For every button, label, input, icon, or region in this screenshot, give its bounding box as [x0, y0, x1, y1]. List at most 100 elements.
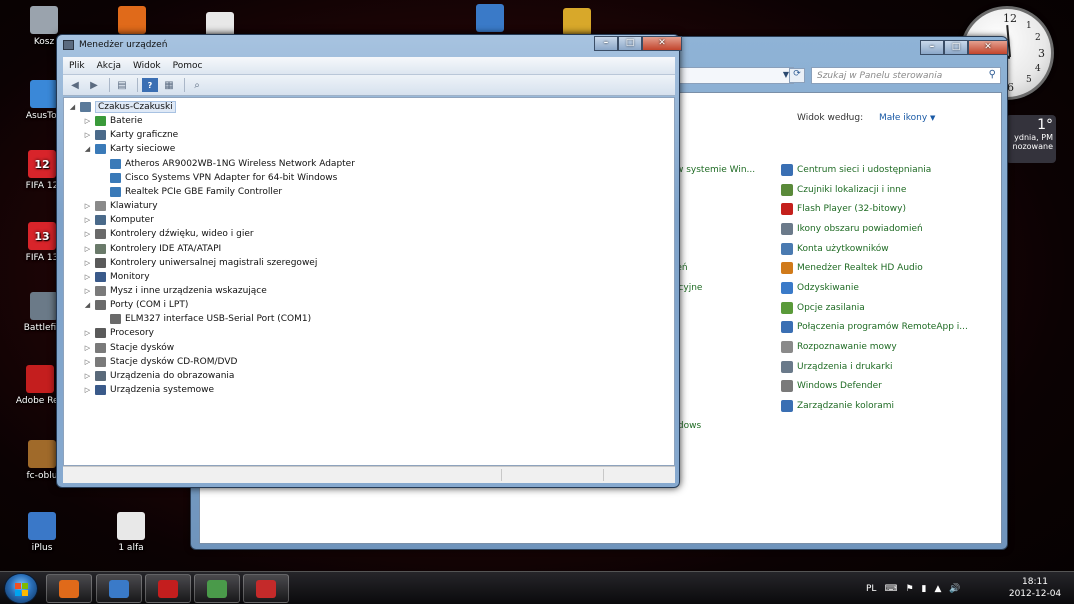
taskbar-button[interactable]: [194, 574, 240, 603]
menu-bar: Plik Akcja Widok Pomoc: [63, 57, 675, 75]
action-center-icon[interactable]: ⚑: [905, 584, 913, 594]
desktop-icon[interactable]: [118, 6, 146, 37]
control-panel-item[interactable]: Zarządzanie kolorami: [781, 396, 968, 416]
control-panel-item[interactable]: Czujniki lokalizacji i inne: [781, 180, 968, 200]
window-title: Menedżer urządzeń: [79, 40, 168, 50]
tree-expander-icon[interactable]: ▷: [83, 202, 92, 210]
tree-category-node[interactable]: ▷ Procesory: [83, 326, 154, 340]
control-panel-item[interactable]: Urządzenia i drukarki: [781, 357, 968, 377]
maximize-button[interactable]: □: [618, 36, 642, 51]
control-panel-item[interactable]: Ikony obszaru powiadomień: [781, 219, 968, 239]
tree-category-node[interactable]: ▷ Kontrolery IDE ATA/ATAPI: [83, 242, 221, 256]
control-panel-item[interactable]: Flash Player (32-bitowy): [781, 199, 968, 219]
taskbar-clock[interactable]: 18:11 2012-12-04: [1004, 576, 1066, 600]
menu-item[interactable]: Pomoc: [173, 61, 203, 71]
tree-expander-icon[interactable]: ▷: [83, 131, 92, 139]
tree-category-node[interactable]: ◢ Porty (COM i LPT): [83, 298, 188, 312]
processor-icon: [95, 328, 106, 339]
tree-node-label: Karty sieciowe: [110, 144, 176, 155]
control-panel-item[interactable]: Odzyskiwanie: [781, 278, 968, 298]
tree-expander-icon[interactable]: ◢: [83, 301, 92, 309]
tree-expander-icon[interactable]: ▷: [83, 372, 92, 380]
control-panel-item[interactable]: Menedżer Realtek HD Audio: [781, 258, 968, 278]
tree-category-node[interactable]: ▷ Monitory: [83, 270, 150, 284]
minimize-button[interactable]: –: [920, 40, 944, 55]
close-button[interactable]: ✕: [968, 40, 1008, 55]
tree-category-node[interactable]: ▷ Urządzenia systemowe: [83, 383, 214, 397]
desktop-icon[interactable]: [476, 4, 504, 35]
console-tree-icon[interactable]: ▤: [114, 78, 130, 92]
tree-expander-icon[interactable]: ◢: [68, 103, 77, 111]
start-button[interactable]: [4, 573, 38, 604]
refresh-button[interactable]: ⟳: [789, 68, 805, 83]
fifa12-icon: 12: [28, 150, 56, 178]
tree-expander-icon[interactable]: ▷: [83, 245, 92, 253]
tree-expander-icon[interactable]: ▷: [83, 117, 92, 125]
control-panel-item[interactable]: Konta użytkowników: [781, 239, 968, 259]
control-panel-item[interactable]: Centrum sieci i udostępniania: [781, 160, 968, 180]
imaging-device-icon: [95, 370, 106, 381]
tree-expander-icon[interactable]: ▷: [83, 386, 92, 394]
tree-expander-icon[interactable]: ▷: [83, 329, 92, 337]
address-bar[interactable]: ▼: [671, 67, 794, 84]
control-panel-item[interactable]: Rozpoznawanie mowy: [781, 337, 968, 357]
tree-expander-icon[interactable]: ▷: [83, 358, 92, 366]
tree-root-node[interactable]: ◢ Czakus-Czakuski: [68, 100, 176, 114]
tree-category-node[interactable]: ▷ Baterie: [83, 114, 143, 128]
taskbar-button[interactable]: [96, 574, 142, 603]
language-indicator[interactable]: PL: [866, 584, 876, 594]
close-button[interactable]: ✕: [642, 36, 682, 51]
tree-expander-icon[interactable]: ▷: [83, 344, 92, 352]
tree-category-node[interactable]: ◢ Karty sieciowe: [83, 142, 175, 156]
tree-category-node[interactable]: ▷ Kontrolery uniwersalnej magistrali szer…: [83, 256, 317, 270]
tree-expander-icon[interactable]: ▷: [83, 216, 92, 224]
scan-hardware-icon[interactable]: ⌕: [189, 78, 205, 92]
tree-category-node[interactable]: ▷ Stacje dysków CD-ROM/DVD: [83, 355, 237, 369]
tree-expander-icon[interactable]: ▷: [83, 273, 92, 281]
taskbar-button[interactable]: [46, 574, 92, 603]
forward-arrow-icon[interactable]: ▶: [86, 78, 102, 92]
menu-item[interactable]: Plik: [69, 61, 85, 71]
tree-category-node[interactable]: ▷ Urządzenia do obrazowania: [83, 369, 234, 383]
tree-expander-icon[interactable]: ▷: [83, 287, 92, 295]
tree-category-node[interactable]: ▷ Stacje dysków: [83, 341, 174, 355]
back-arrow-icon[interactable]: ◀: [67, 78, 83, 92]
tree-device-node[interactable]: Cisco Systems VPN Adapter for 64-bit Win…: [98, 171, 337, 185]
maximize-button[interactable]: □: [944, 40, 968, 55]
view-by-dropdown[interactable]: Małe ikony ▼: [879, 113, 935, 123]
tree-expander-icon[interactable]: ▷: [83, 230, 92, 238]
keyboard-icon[interactable]: ⌨: [884, 584, 897, 594]
tree-device-node[interactable]: Realtek PCIe GBE Family Controller: [98, 185, 282, 199]
tree-expander-icon[interactable]: ▷: [83, 259, 92, 267]
tree-category-node[interactable]: ▷ Karty graficzne: [83, 128, 178, 142]
taskbar-button[interactable]: [145, 574, 191, 603]
menu-item[interactable]: Widok: [133, 61, 161, 71]
tree-device-node[interactable]: Atheros AR9002WB-1NG Wireless Network Ad…: [98, 157, 355, 171]
taskbar: PL ⌨ ⚑ ▮ ▲ 🔊 18:11 2012-12-04: [0, 571, 1074, 604]
taskbar-button[interactable]: [243, 574, 289, 603]
tree-category-node[interactable]: ▷ Kontrolery dźwięku, wideo i gier: [83, 227, 254, 241]
properties-icon[interactable]: ▦: [161, 78, 177, 92]
tree-device-node[interactable]: ELM327 interface USB-Serial Port (COM1): [98, 312, 311, 326]
device-manager-window[interactable]: Menedżer urządzeń – □ ✕ Plik Akcja Widok Po…: [56, 34, 682, 488]
control-panel-item[interactable]: Opcje zasilania: [781, 298, 968, 318]
device-manager-app-icon: [63, 40, 74, 50]
minimize-button[interactable]: –: [594, 36, 618, 51]
tree-category-node[interactable]: ▷ Mysz i inne urządzenia wskazujące: [83, 284, 267, 298]
menu-item[interactable]: Akcja: [97, 61, 121, 71]
desktop-icon[interactable]: 1 alfa: [101, 512, 161, 553]
network-icon[interactable]: ▲: [934, 584, 941, 594]
volume-icon[interactable]: 🔊: [949, 584, 960, 594]
battery-icon[interactable]: ▮: [922, 584, 927, 594]
tree-expander-icon[interactable]: ◢: [83, 145, 92, 153]
tree-category-node[interactable]: ▷ Komputer: [83, 213, 154, 227]
search-icon[interactable]: ⚲: [989, 69, 996, 80]
weather-gadget[interactable]: 1° ydnia, PM nozowane: [1006, 115, 1056, 163]
control-panel-item[interactable]: Połączenia programów RemoteApp i...: [781, 318, 968, 338]
tree-category-node[interactable]: ▷ Klawiatury: [83, 199, 158, 213]
search-input[interactable]: Szukaj w Panelu sterowania ⚲: [811, 67, 1001, 84]
device-tree[interactable]: ◢ Czakus-Czakuski ▷ Baterie ▷ Karty graficzne…: [63, 97, 675, 466]
control-panel-item[interactable]: Windows Defender: [781, 377, 968, 397]
desktop-icon[interactable]: iPlus: [12, 512, 72, 553]
help-icon[interactable]: ?: [142, 78, 158, 92]
